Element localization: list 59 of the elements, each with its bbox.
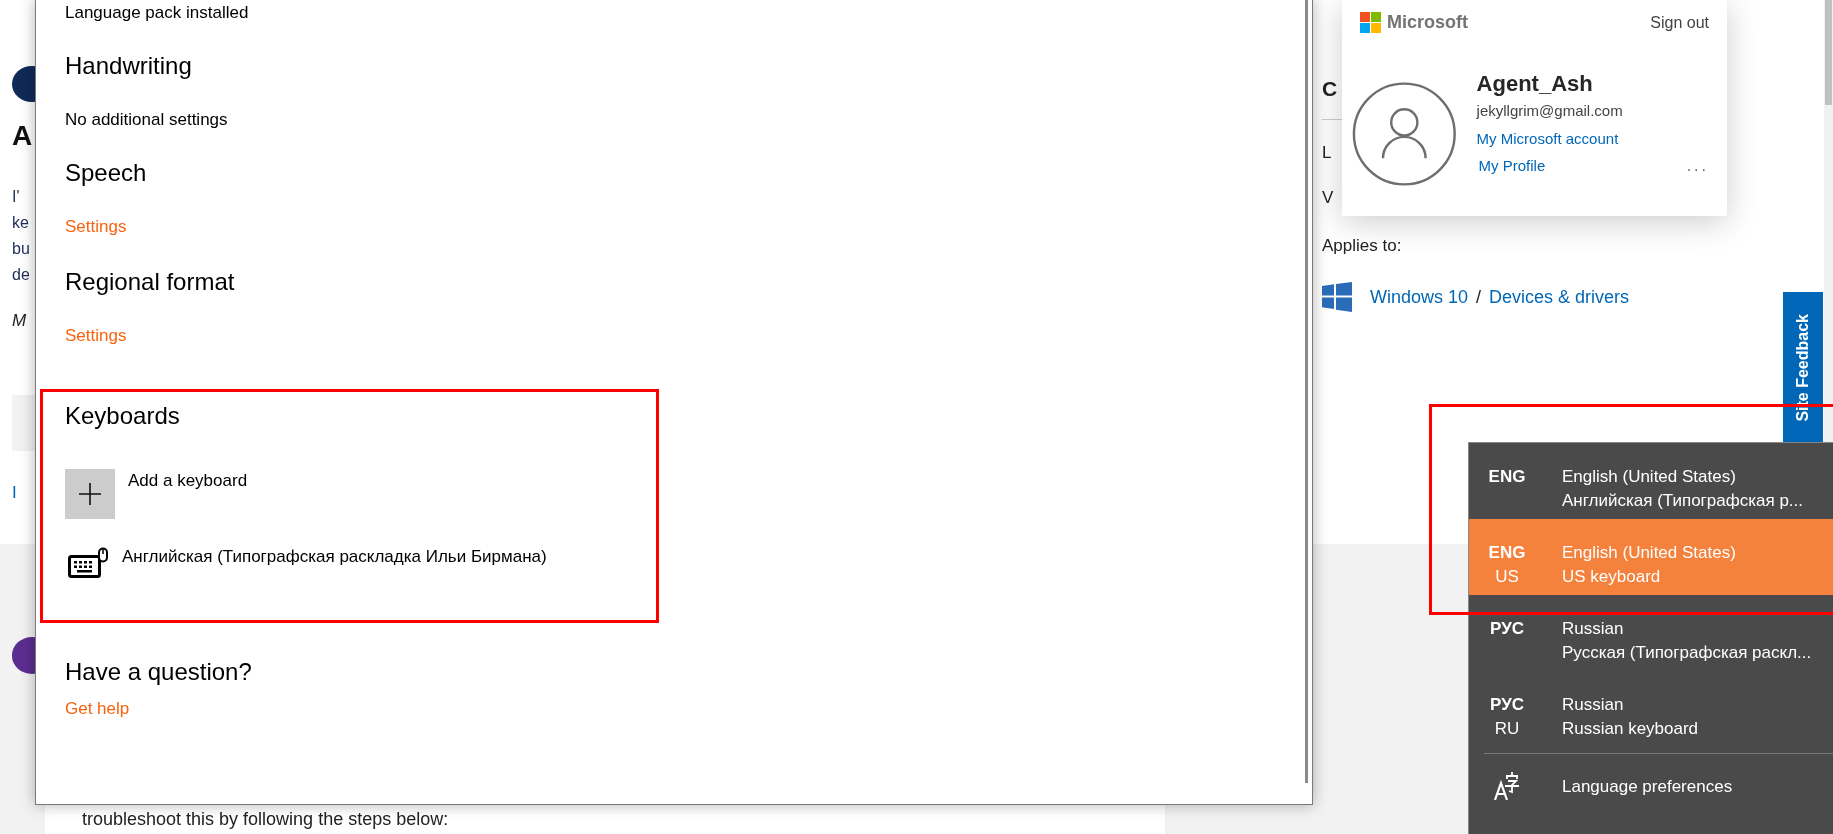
layout-code: RU bbox=[1494, 718, 1520, 740]
layout-name: Английская (Типографская р... bbox=[1562, 490, 1804, 512]
scrollbar[interactable] bbox=[1305, 0, 1308, 783]
language-preferences-item[interactable]: Language preferences bbox=[1469, 754, 1833, 820]
product-link[interactable]: Windows 10 bbox=[1370, 286, 1469, 308]
language-name: Russian bbox=[1562, 694, 1625, 716]
sign-out-link[interactable]: Sign out bbox=[1650, 13, 1709, 32]
four-squares-logo-icon bbox=[1360, 12, 1381, 33]
text-fragment: I' bbox=[12, 187, 20, 208]
heading-fragment: C bbox=[1322, 76, 1338, 102]
text-fragment: bu bbox=[12, 239, 30, 260]
brand-name: Microsoft bbox=[1387, 12, 1468, 33]
product-link[interactable]: Devices & drivers bbox=[1489, 286, 1630, 308]
article-text: troubleshoot this by following the steps below: bbox=[82, 807, 450, 830]
language-name: English (United States) bbox=[1562, 542, 1736, 564]
text-fragment: M bbox=[12, 310, 27, 333]
applies-to-label: Applies to: bbox=[1322, 235, 1402, 257]
language-option[interactable]: РУС Russian Русская (Типографская раскл... bbox=[1469, 595, 1833, 671]
text-fragment: de bbox=[12, 265, 30, 286]
text-fragment: V bbox=[1322, 187, 1334, 209]
keyboard-icon bbox=[68, 547, 109, 579]
user-email: jekyllgrim@gmail.com bbox=[1476, 101, 1624, 121]
status-text: No additional settings bbox=[65, 109, 228, 131]
more-button[interactable]: ... bbox=[1686, 156, 1709, 175]
plus-icon bbox=[79, 483, 101, 505]
heading-fragment: A bbox=[12, 119, 33, 154]
section-heading: Have a question? bbox=[65, 657, 252, 687]
settings-link[interactable]: Settings bbox=[65, 325, 127, 347]
section-heading: Keyboards bbox=[65, 401, 180, 431]
language-name: English (United States) bbox=[1562, 466, 1737, 488]
user-avatar-icon bbox=[1352, 80, 1457, 188]
account-link[interactable]: My Microsoft account bbox=[1476, 125, 1709, 152]
layout-name: Russian keyboard bbox=[1562, 718, 1699, 740]
language-option[interactable]: ENG English (United States) Английская (Типографская р... bbox=[1469, 443, 1833, 519]
text-fragment: L bbox=[1322, 142, 1332, 164]
layout-name: US keyboard bbox=[1562, 566, 1662, 588]
layout-code: US bbox=[1495, 566, 1519, 588]
windows-logo-icon bbox=[1322, 282, 1352, 312]
language-code: ENG bbox=[1488, 542, 1526, 564]
link-fragment[interactable]: I bbox=[12, 480, 17, 507]
add-keyboard-button[interactable]: Add a keyboard bbox=[65, 469, 248, 519]
language-code: РУС bbox=[1490, 618, 1524, 640]
text-fragment: ke bbox=[12, 213, 29, 234]
layout-name: Русская (Типографская раскл... bbox=[1562, 642, 1812, 664]
section-heading: Handwriting bbox=[65, 51, 192, 81]
language-icon bbox=[1494, 772, 1520, 802]
status-text: Language pack installed bbox=[65, 2, 249, 24]
user-name: Agent_Ash bbox=[1476, 71, 1594, 97]
section-heading: Regional format bbox=[65, 267, 235, 297]
language-code: РУС bbox=[1490, 694, 1524, 716]
get-help-link[interactable]: Get help bbox=[65, 698, 130, 720]
language-option[interactable]: РУС RU Russian Russian keyboard bbox=[1469, 671, 1833, 747]
language-code: ENG bbox=[1488, 466, 1526, 488]
settings-link[interactable]: Settings bbox=[65, 216, 127, 238]
language-name: Russian bbox=[1562, 618, 1625, 640]
keyboard-name[interactable]: Английская (Типографская раскладка Ильи Бирмана) bbox=[122, 545, 547, 569]
separator: / bbox=[1476, 286, 1482, 308]
profile-link[interactable]: My Profile bbox=[1478, 152, 1546, 179]
section-heading: Speech bbox=[65, 158, 147, 188]
